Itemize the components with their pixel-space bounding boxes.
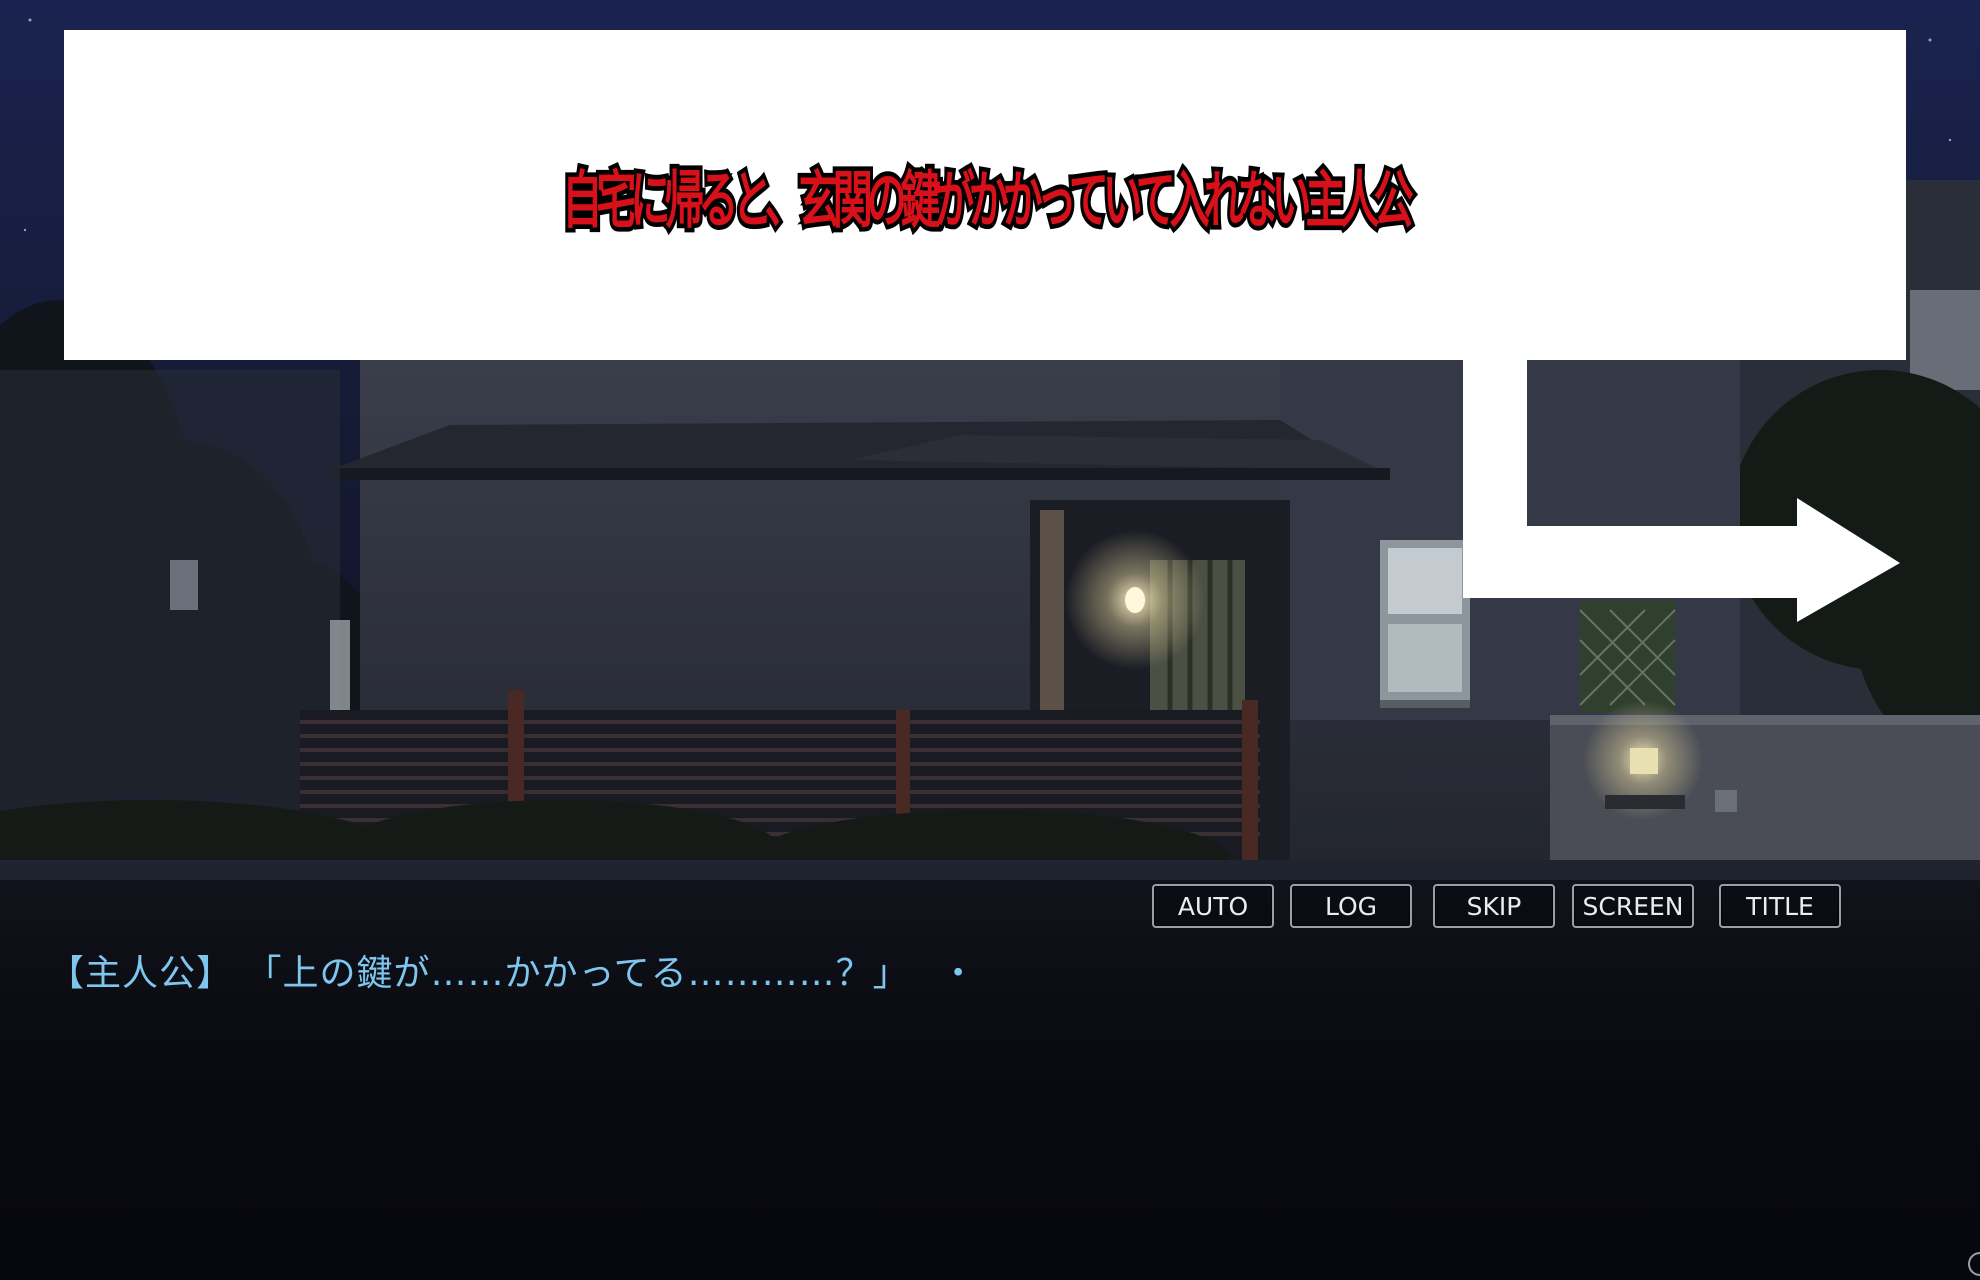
- text-advance-cursor-icon: ・: [940, 953, 978, 994]
- speaker-name: 【主人公】: [48, 953, 234, 994]
- title-button[interactable]: TITLE: [1719, 884, 1841, 928]
- message-window[interactable]: [0, 880, 1980, 1280]
- screen-button[interactable]: SCREEN: [1572, 884, 1694, 928]
- right-arrow-icon: [1463, 358, 1900, 622]
- log-button[interactable]: LOG: [1290, 884, 1412, 928]
- caption-banner: 自宅に帰ると、玄関の鍵がかかっていて入れない主人公: [64, 30, 1906, 360]
- dialogue-text: 「上の鍵が……かかってる…………？」: [245, 953, 910, 994]
- game-screen: 自宅に帰ると、玄関の鍵がかかっていて入れない主人公 AUTO LOG SKIP …: [0, 0, 1980, 1280]
- dialogue-line: 【主人公】 「上の鍵が……かかってる…………？」 ・: [48, 944, 977, 996]
- skip-button[interactable]: SKIP: [1433, 884, 1555, 928]
- auto-button[interactable]: AUTO: [1152, 884, 1274, 928]
